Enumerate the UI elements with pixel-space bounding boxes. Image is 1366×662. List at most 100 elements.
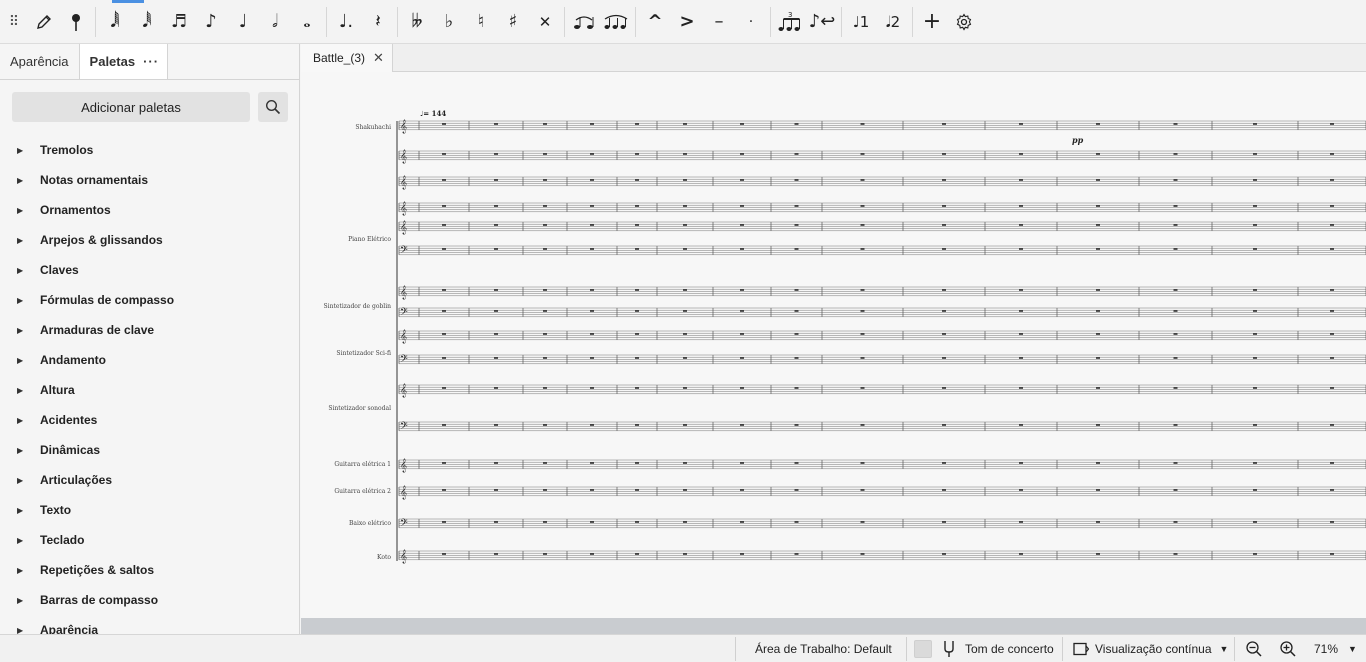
eighth-note-icon[interactable]: ♪ xyxy=(195,6,227,38)
settings-icon[interactable] xyxy=(948,6,980,38)
whole-rest[interactable] xyxy=(635,387,639,389)
whole-rest[interactable] xyxy=(1330,289,1334,291)
whole-rest[interactable] xyxy=(635,289,639,291)
double-flat-icon[interactable]: 𝄫 xyxy=(401,6,433,38)
natural-icon[interactable]: ♮ xyxy=(465,6,497,38)
whole-rest[interactable] xyxy=(635,179,639,181)
whole-rest[interactable] xyxy=(494,224,498,226)
expand-caret-icon[interactable]: ▶ xyxy=(17,146,40,155)
whole-rest[interactable] xyxy=(683,387,687,389)
tab-palettes[interactable]: Paletas ··· xyxy=(79,44,168,79)
whole-rest[interactable] xyxy=(635,462,639,464)
whole-rest[interactable] xyxy=(683,357,687,359)
whole-rest[interactable] xyxy=(1096,333,1100,335)
whole-rest[interactable] xyxy=(1253,424,1257,426)
whole-rest[interactable] xyxy=(740,248,744,250)
whole-rest[interactable] xyxy=(1173,424,1178,426)
whole-rest[interactable] xyxy=(1096,489,1100,491)
whole-rest[interactable] xyxy=(683,289,687,291)
palette-item[interactable]: ▶ Tremolos xyxy=(0,135,299,165)
whole-rest[interactable] xyxy=(494,179,498,181)
tenuto-icon[interactable]: – xyxy=(703,6,735,38)
whole-rest[interactable] xyxy=(942,289,946,291)
whole-rest[interactable] xyxy=(590,424,594,426)
add-palettes-button[interactable]: Adicionar paletas xyxy=(12,92,250,122)
whole-rest[interactable] xyxy=(494,153,498,155)
whole-rest[interactable] xyxy=(740,333,744,335)
whole-rest[interactable] xyxy=(1019,153,1023,155)
whole-rest[interactable] xyxy=(635,424,639,426)
whole-rest[interactable] xyxy=(1019,424,1023,426)
whole-rest[interactable] xyxy=(1096,289,1100,291)
instrument-label[interactable]: Baixo elétrico xyxy=(349,520,391,527)
whole-rest[interactable] xyxy=(635,357,639,359)
whole-rest[interactable] xyxy=(1330,387,1334,389)
expand-caret-icon[interactable]: ▶ xyxy=(17,296,40,305)
whole-rest[interactable] xyxy=(442,310,446,312)
expand-caret-icon[interactable]: ▶ xyxy=(17,566,40,575)
dynamic-pp[interactable]: pp xyxy=(1072,135,1084,145)
whole-rest[interactable] xyxy=(942,521,946,523)
whole-rest[interactable] xyxy=(1096,205,1100,207)
whole-rest[interactable] xyxy=(1096,553,1100,555)
bass-clef[interactable]: 𝄢 xyxy=(400,244,408,258)
whole-rest[interactable] xyxy=(442,333,446,335)
64th-note-icon[interactable]: 𝅘𝅥𝅲 xyxy=(99,6,131,38)
whole-rest[interactable] xyxy=(1173,153,1178,155)
zoom-out-button[interactable] xyxy=(1245,635,1263,662)
instrument-label[interactable]: Sintetizador Sci-fi xyxy=(336,350,391,357)
whole-rest[interactable] xyxy=(590,310,594,312)
whole-rest[interactable] xyxy=(543,179,547,181)
whole-rest[interactable] xyxy=(860,205,865,207)
expand-caret-icon[interactable]: ▶ xyxy=(17,356,40,365)
tuplet-icon[interactable]: 3 xyxy=(774,6,806,38)
whole-rest[interactable] xyxy=(683,333,687,335)
whole-rest[interactable] xyxy=(683,224,687,226)
palette-item[interactable]: ▶ Arpejos & glissandos xyxy=(0,225,299,255)
whole-rest[interactable] xyxy=(442,153,446,155)
whole-rest[interactable] xyxy=(740,123,744,125)
whole-rest[interactable] xyxy=(860,289,865,291)
whole-rest[interactable] xyxy=(590,153,594,155)
whole-rest[interactable] xyxy=(1019,179,1023,181)
whole-rest[interactable] xyxy=(1173,205,1178,207)
instrument-label[interactable]: Sintetizador sonodal xyxy=(328,405,391,412)
whole-note-icon[interactable]: 𝅝 xyxy=(291,6,323,38)
whole-rest[interactable] xyxy=(1096,123,1100,125)
treble-clef[interactable]: 𝄞 xyxy=(400,329,407,343)
whole-rest[interactable] xyxy=(1173,357,1178,359)
whole-rest[interactable] xyxy=(1330,123,1334,125)
whole-rest[interactable] xyxy=(1173,333,1178,335)
palette-search-button[interactable] xyxy=(258,92,288,122)
view-mode-selector[interactable]: Visualização contínua ▼ xyxy=(1073,635,1228,662)
instrument-label[interactable]: Guitarra elétrica 2 xyxy=(334,488,391,495)
whole-rest[interactable] xyxy=(1019,553,1023,555)
whole-rest[interactable] xyxy=(543,248,547,250)
whole-rest[interactable] xyxy=(942,310,946,312)
whole-rest[interactable] xyxy=(1173,310,1178,312)
double-sharp-icon[interactable]: ✕ xyxy=(529,6,561,38)
32nd-note-icon[interactable]: 𝅘𝅥𝅱 xyxy=(131,6,163,38)
whole-rest[interactable] xyxy=(794,333,799,335)
whole-rest[interactable] xyxy=(1173,553,1178,555)
whole-rest[interactable] xyxy=(1019,289,1023,291)
whole-rest[interactable] xyxy=(494,553,498,555)
whole-rest[interactable] xyxy=(1253,205,1257,207)
whole-rest[interactable] xyxy=(1330,424,1334,426)
whole-rest[interactable] xyxy=(543,357,547,359)
whole-rest[interactable] xyxy=(794,489,799,491)
score-canvas[interactable]: ♩= 144 pp 𝄞 Shakuhachi 𝄞 𝄞 𝄞 𝄞 Piano Elétrico 𝄢… xyxy=(301,72,1366,618)
whole-rest[interactable] xyxy=(494,123,498,125)
quarter-note-icon[interactable]: ♩ xyxy=(227,6,259,38)
pin-icon[interactable] xyxy=(60,6,92,38)
whole-rest[interactable] xyxy=(635,205,639,207)
whole-rest[interactable] xyxy=(1253,387,1257,389)
whole-rest[interactable] xyxy=(1330,310,1334,312)
whole-rest[interactable] xyxy=(635,123,639,125)
16th-note-icon[interactable]: ♬ xyxy=(163,6,195,38)
whole-rest[interactable] xyxy=(442,248,446,250)
whole-rest[interactable] xyxy=(590,224,594,226)
palette-item[interactable]: ▶ Teclado xyxy=(0,525,299,555)
whole-rest[interactable] xyxy=(494,205,498,207)
expand-caret-icon[interactable]: ▶ xyxy=(17,416,40,425)
